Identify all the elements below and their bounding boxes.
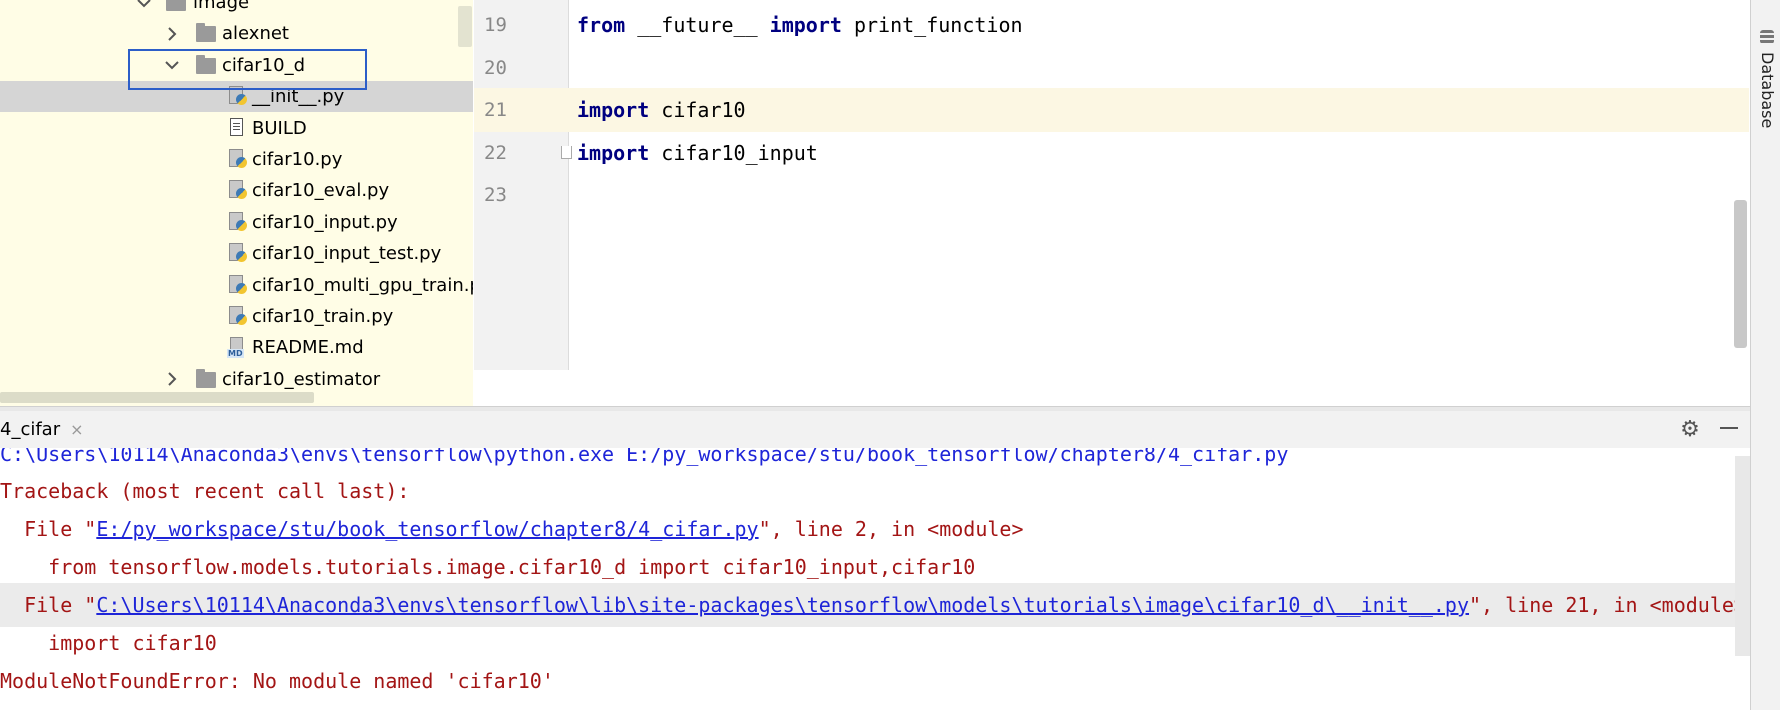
tree-item[interactable]: README.md xyxy=(0,332,473,363)
tree-item[interactable]: cifar10_input.py xyxy=(0,207,473,238)
tree-item-label: cifar10_train.py xyxy=(252,306,394,327)
chevron-down-icon[interactable] xyxy=(135,0,153,12)
code-text: import cifar10_input xyxy=(577,141,818,165)
console-file-line-2: File " C:\Users\10114\Anaconda3\envs\tens… xyxy=(0,583,1746,627)
tree-item-label: cifar10_multi_gpu_train.py xyxy=(252,274,473,296)
tree-item-label: __init__.py xyxy=(252,86,345,108)
folder-icon xyxy=(196,54,216,75)
tree-item-label: cifar10_input.py xyxy=(252,211,398,233)
tree-item[interactable]: cifar10_estimator xyxy=(0,364,473,395)
gear-icon[interactable]: ⚙ xyxy=(1678,418,1702,442)
python-file-icon xyxy=(227,211,247,232)
python-file-icon xyxy=(227,306,247,326)
folder-icon xyxy=(196,23,216,43)
close-icon[interactable]: × xyxy=(70,420,83,439)
tree-item[interactable]: image xyxy=(0,0,473,18)
code-token: print_function xyxy=(841,13,1023,37)
code-keyword: import xyxy=(577,140,650,165)
tree-item[interactable]: cifar10_train.py xyxy=(0,301,473,332)
python-file-icon xyxy=(227,180,247,200)
chevron-right-icon[interactable] xyxy=(163,25,181,43)
run-tab-label: 4_cifar xyxy=(0,419,61,440)
line-number: 23 xyxy=(484,184,507,206)
editor-vertical-scrollbar[interactable] xyxy=(1734,200,1747,348)
tree-item[interactable]: cifar10_input_test.py xyxy=(0,238,473,269)
chevron-right-icon[interactable] xyxy=(163,370,181,388)
right-tool-strip: Database xyxy=(1750,0,1780,710)
tree-horizontal-scrollbar[interactable] xyxy=(0,392,314,403)
tree-item[interactable]: cifar10_d xyxy=(0,50,473,81)
line-number: 20 xyxy=(484,56,507,79)
error-text: ModuleNotFoundError: No module named 'ci… xyxy=(0,669,554,693)
code-token: __future__ xyxy=(625,13,770,37)
database-tab-label: Database xyxy=(1758,52,1777,129)
text-file-icon xyxy=(227,117,247,138)
file1-prefix: File " xyxy=(0,517,97,541)
fold-marker-icon[interactable] xyxy=(561,146,572,159)
tree-item-label: README.md xyxy=(252,337,364,359)
tree-item-label: cifar10_eval.py xyxy=(252,180,390,202)
database-tool-tab[interactable]: Database xyxy=(1757,30,1777,130)
tree-item-label: alexnet xyxy=(222,23,289,45)
line-number: 22 xyxy=(484,141,507,164)
tree-item[interactable]: alexnet xyxy=(0,18,473,49)
tree-item[interactable]: BUILD xyxy=(0,113,473,144)
python-file-icon xyxy=(227,149,247,169)
tree-item-label: BUILD xyxy=(252,117,307,139)
code-text: import cifar10 xyxy=(577,98,746,122)
code-line[interactable]: 21 import cifar10 xyxy=(474,88,1749,132)
python-file-icon xyxy=(227,86,247,106)
code-line[interactable]: 22 import cifar10_input xyxy=(474,131,1749,175)
tree-item[interactable]: cifar10_multi_gpu_train.py xyxy=(0,270,473,301)
tree-item-label: cifar10_input_test.py xyxy=(252,243,442,265)
project-tree-panel: image alexnet cifar10_d __init__.py BUILD cif… xyxy=(0,0,473,406)
tree-item[interactable]: cifar10.py xyxy=(0,144,473,175)
file2-prefix: File " xyxy=(0,593,97,617)
console-command-text: C:\Users\10114\Anaconda3\envs\tensorflow… xyxy=(0,448,1289,466)
tree-vertical-scrollbar[interactable] xyxy=(458,6,472,47)
code-token: cifar10_input xyxy=(649,140,818,165)
chevron-down-icon[interactable] xyxy=(163,56,181,74)
python-file-icon xyxy=(227,243,247,263)
console-vertical-scrollbar[interactable] xyxy=(1735,456,1750,656)
code-text: from __future__ import print_function xyxy=(577,13,1023,37)
code-line[interactable]: 20 xyxy=(474,46,1749,90)
code-line[interactable]: 23 xyxy=(474,173,1749,217)
file1-link[interactable]: E:/py_workspace/stu/book_tensorflow/chap… xyxy=(96,517,758,541)
line-number: 21 xyxy=(484,99,507,121)
file1-suffix: ", line 2, in <module> xyxy=(758,517,1024,541)
run-tab-4-cifar[interactable]: 4_cifar × xyxy=(0,411,84,448)
file2-link[interactable]: C:\Users\10114\Anaconda3\envs\tensorflow… xyxy=(96,593,1469,617)
code-token: cifar10 xyxy=(649,98,746,122)
code-keyword: import xyxy=(577,98,650,122)
folder-icon xyxy=(166,0,186,12)
python-file-icon xyxy=(227,274,247,295)
tree-item-label: cifar10_estimator xyxy=(222,368,381,390)
run-console-output: C:\Users\10114\Anaconda3\envs\tensorflow… xyxy=(0,448,1750,710)
tree-item[interactable]: __init__.py xyxy=(0,81,473,113)
run-panel-header: 4_cifar × ⚙ xyxy=(0,411,1750,448)
tree-item-label: cifar10.py xyxy=(252,149,343,170)
code1-text: from tensorflow.models.tutorials.image.c… xyxy=(0,555,976,579)
code2-text: import cifar10 xyxy=(0,631,217,655)
tree-item-label: cifar10_d xyxy=(222,54,305,76)
code-keyword: import xyxy=(769,13,842,37)
minimize-icon[interactable] xyxy=(1720,427,1738,429)
code-keyword: from xyxy=(577,13,626,37)
line-number: 19 xyxy=(484,14,507,36)
tree-item-label: image xyxy=(193,0,250,13)
console-error-line: ModuleNotFoundError: No module named 'ci… xyxy=(0,659,554,703)
database-icon xyxy=(1760,30,1774,44)
folder-icon xyxy=(196,368,216,389)
traceback-text: Traceback (most recent call last): xyxy=(0,479,410,503)
code-line[interactable]: 19 from __future__ import print_function xyxy=(474,3,1749,47)
file2-suffix: ", line 21, in <module> xyxy=(1469,593,1746,617)
markdown-file-icon xyxy=(227,337,247,359)
code-editor[interactable]: 19 from __future__ import print_function 2… xyxy=(474,0,1749,370)
tree-item[interactable]: cifar10_eval.py xyxy=(0,175,473,206)
